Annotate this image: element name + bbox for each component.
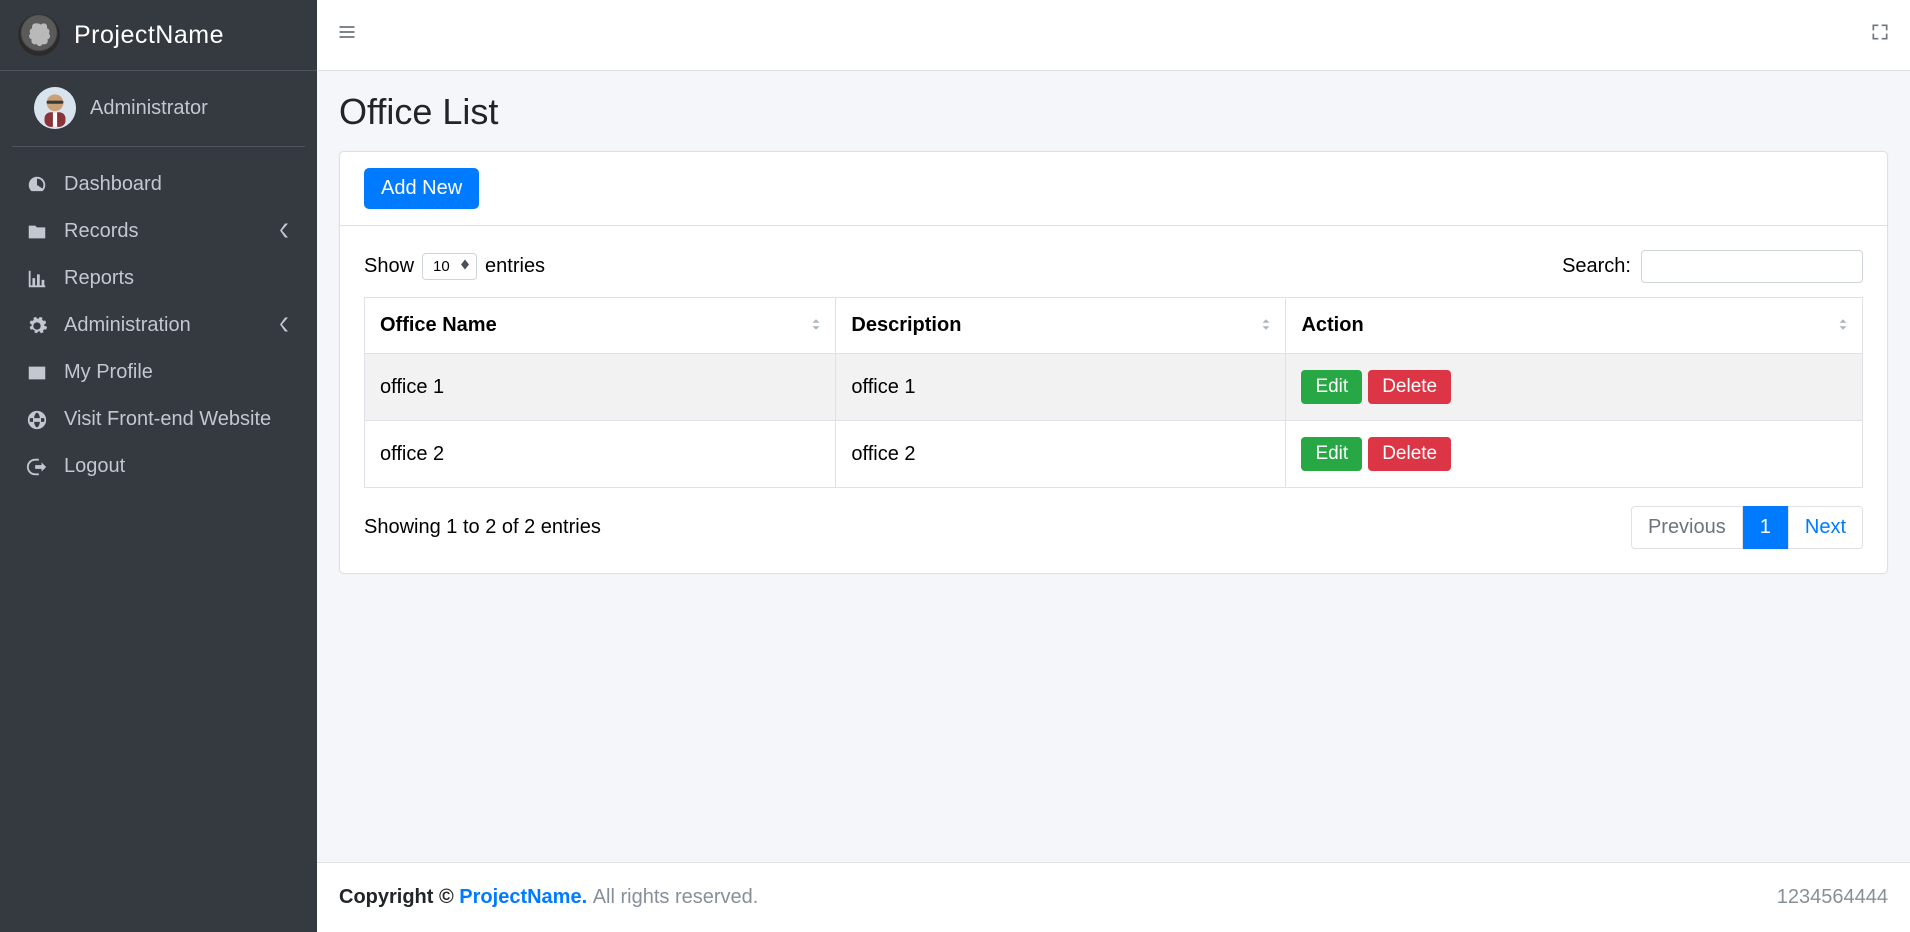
avatar [34,87,76,129]
data-table: Office NameDescriptionAction office 1off… [364,297,1863,488]
globe-icon [24,409,50,431]
card: Add New Show 10 entries Search: [339,151,1888,574]
delete-button[interactable]: Delete [1368,437,1451,471]
delete-button[interactable]: Delete [1368,370,1451,404]
id-card-icon [24,362,50,384]
column-description[interactable]: Description [836,298,1286,354]
sort-icon [1836,314,1850,337]
sign-out-icon [24,456,50,478]
brand-logo [18,14,60,56]
sidebar-item-administration[interactable]: Administration [10,302,307,349]
sidebar-item-label: Dashboard [64,173,162,196]
chart-bar-icon [24,268,50,290]
cell-description: office 2 [836,421,1286,488]
column-action[interactable]: Action [1286,298,1863,354]
column-office-name[interactable]: Office Name [365,298,836,354]
sort-icon [809,314,823,337]
sort-icon [1259,314,1273,337]
cell-office-name: office 2 [365,421,836,488]
search-label: Search: [1562,255,1631,278]
sidebar-item-label: Administration [64,314,191,337]
sidebar-nav: Dashboard Records Reports Administration My … [0,147,317,504]
user-panel: Administrator [12,71,305,147]
sidebar: ProjectName Administrator Dashboard Recor… [0,0,317,932]
sidebar-item-label: Reports [64,267,134,290]
cogs-icon [24,315,50,337]
cell-action: EditDelete [1286,354,1863,421]
cell-office-name: office 1 [365,354,836,421]
expand-icon [1870,22,1890,42]
table-row: office 1office 1EditDelete [365,354,1863,421]
user-role[interactable]: Administrator [90,97,208,120]
footer-project-link[interactable]: ProjectName. [459,886,587,908]
sidebar-item-records[interactable]: Records [10,208,307,255]
footer: Copyright © ProjectName. All rights rese… [317,862,1910,932]
table-row: office 2office 2EditDelete [365,421,1863,488]
chevron-left-icon [279,314,289,337]
sidebar-item-label: Records [64,220,138,243]
page-title: Office List [339,91,1888,133]
fullscreen-button[interactable] [1870,22,1890,48]
sidebar-item-logout[interactable]: Logout [10,443,307,490]
footer-rights: All rights reserved. [593,886,759,908]
sidebar-item-dashboard[interactable]: Dashboard [10,161,307,208]
pagination-previous[interactable]: Previous [1631,506,1743,549]
pagination: Previous 1 Next [1631,506,1863,549]
search-input[interactable] [1641,250,1863,283]
copyright-prefix: Copyright © [339,886,454,908]
pagination-page-1[interactable]: 1 [1743,506,1788,549]
sidebar-item-label: Logout [64,455,125,478]
add-new-button[interactable]: Add New [364,168,479,209]
cell-action: EditDelete [1286,421,1863,488]
footer-version: 1234564444 [1777,886,1888,909]
pagination-next[interactable]: Next [1788,506,1863,549]
topbar [317,0,1910,71]
length-select[interactable]: 10 [422,253,477,280]
length-prefix: Show [364,255,414,278]
tachometer-icon [24,174,50,196]
brand[interactable]: ProjectName [0,0,317,71]
edit-button[interactable]: Edit [1301,437,1362,471]
sidebar-item-label: Visit Front-end Website [64,408,271,431]
sidebar-item-visit-front-end-website[interactable]: Visit Front-end Website [10,396,307,443]
sidebar-item-label: My Profile [64,361,153,384]
card-body: Show 10 entries Search: Offic [340,226,1887,573]
folder-icon [24,221,50,243]
edit-button[interactable]: Edit [1301,370,1362,404]
bars-icon [337,22,357,42]
card-header: Add New [340,152,1887,226]
content: Office List Add New Show 10 entries [317,71,1910,862]
table-length: Show 10 entries [364,253,545,280]
length-suffix: entries [485,255,545,278]
toggle-sidebar-button[interactable] [337,22,357,48]
brain-icon [25,21,53,49]
sidebar-item-reports[interactable]: Reports [10,255,307,302]
table-info: Showing 1 to 2 of 2 entries [364,516,601,539]
brand-name: ProjectName [74,21,224,50]
sidebar-item-my-profile[interactable]: My Profile [10,349,307,396]
chevron-left-icon [279,220,289,243]
table-search: Search: [1562,250,1863,283]
cell-description: office 1 [836,354,1286,421]
